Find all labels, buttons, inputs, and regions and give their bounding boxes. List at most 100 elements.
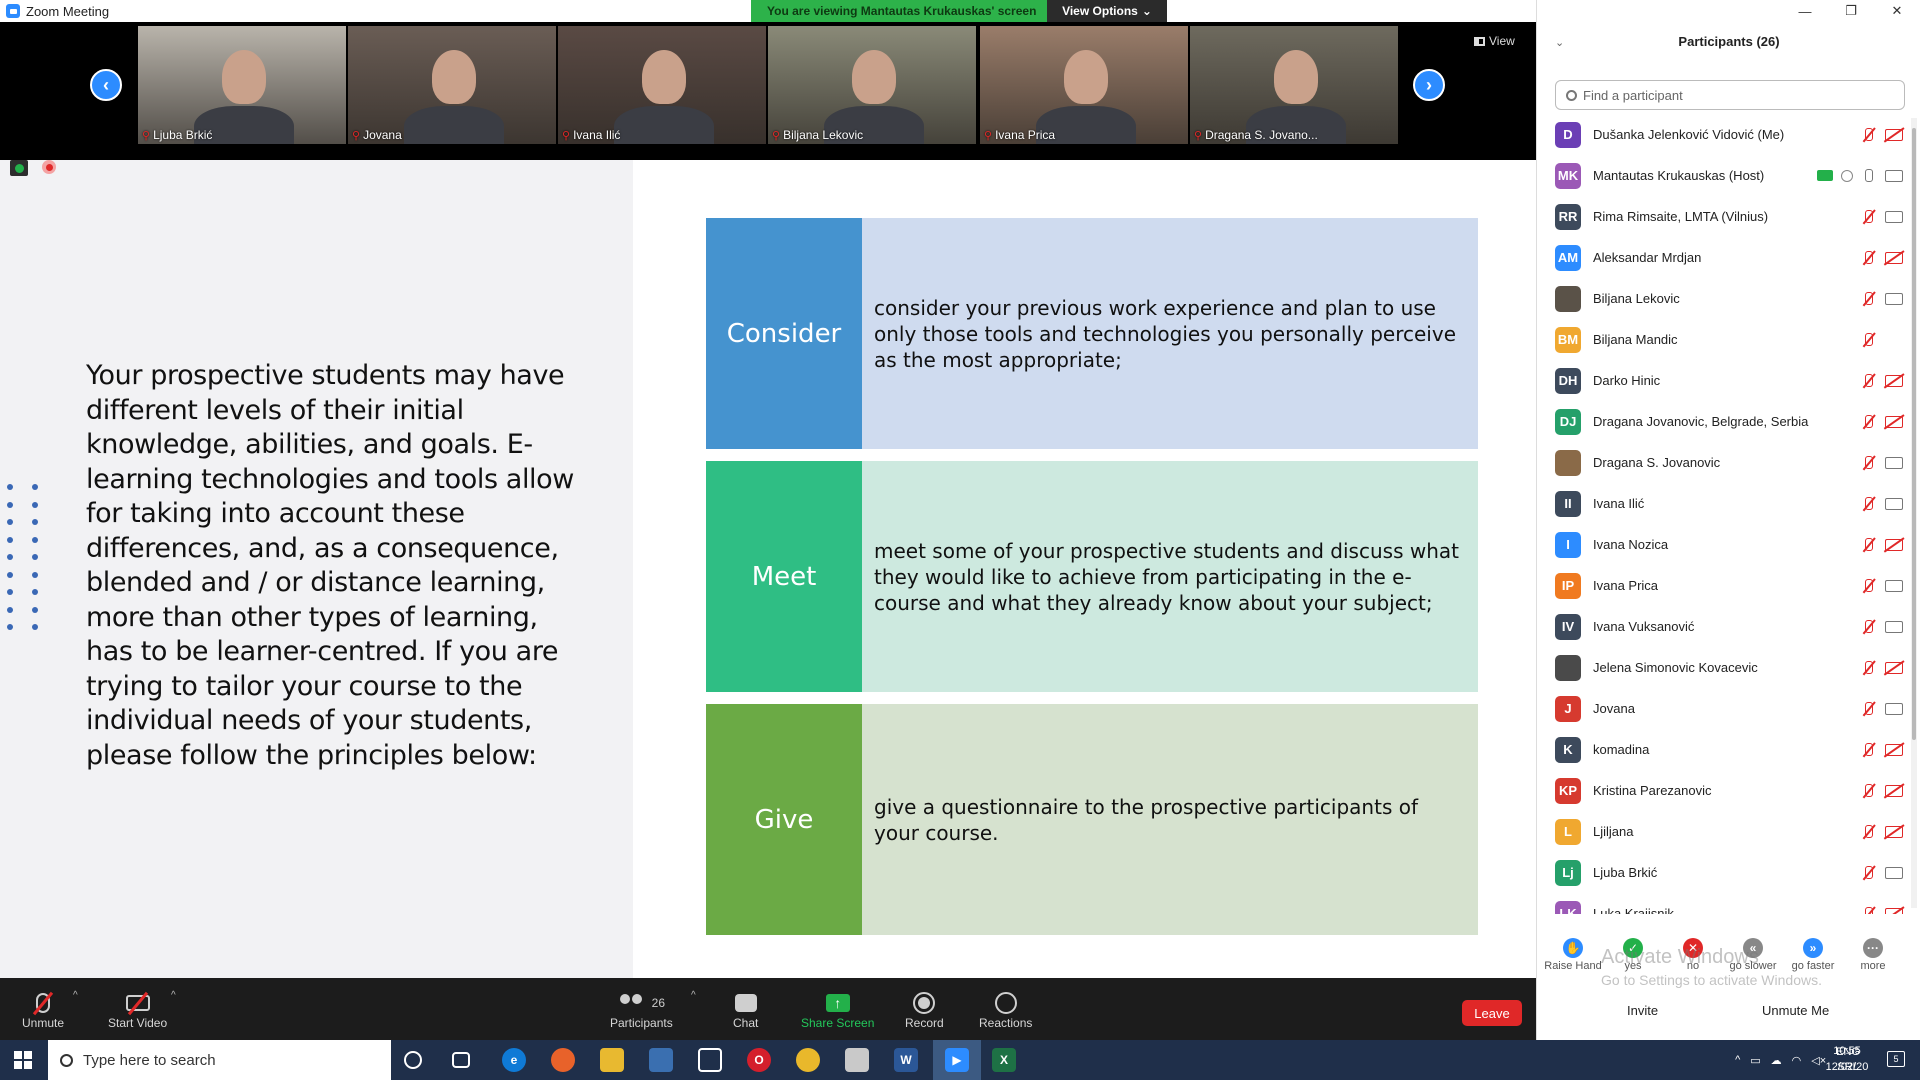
video-thumbnail[interactable]: ⚲ Ivana Prica [980,26,1188,144]
participant-status-icons [1861,578,1903,594]
participant-row[interactable]: BM Biljana Mandic [1537,319,1907,360]
participant-row[interactable]: Kkomadina [1537,729,1907,770]
participant-row[interactable]: Dragana S. Jovanovic [1537,442,1907,483]
participant-row[interactable]: J Jovana [1537,688,1907,729]
view-options-label: View Options [1062,4,1138,18]
show-hidden-icons-icon[interactable]: ^ [1735,1054,1740,1066]
reaction-button[interactable]: ··· more [1843,938,1903,972]
edge-icon[interactable]: e [502,1048,526,1072]
battery-icon[interactable]: ▭ [1750,1054,1760,1067]
participant-name: Ivana Ilić [1593,496,1645,511]
audio-options-caret-icon[interactable]: ^ [73,990,78,1001]
participants-button[interactable]: 26 Participants [610,990,673,1030]
record-button[interactable]: Record [905,990,944,1030]
grid-icon [1474,36,1485,46]
participant-row[interactable]: RR Rima Rimsaite, LMTA (Vilnius) [1537,196,1907,237]
close-icon[interactable]: ✕ [1874,0,1920,22]
reaction-button[interactable]: ✋ Raise Hand [1543,938,1603,972]
video-thumbnail[interactable]: ⚲ Jovana [348,26,556,144]
camera-icon [1885,210,1903,223]
search-icon [1566,89,1577,101]
reaction-button[interactable]: » go faster [1783,938,1843,972]
video-thumbnail[interactable]: ⚲ Dragana S. Jovano... [1190,26,1398,144]
view-button[interactable]: View [1474,34,1515,48]
participant-list-scrollbar[interactable] [1911,118,1917,908]
reactions-button[interactable]: Reactions [979,990,1032,1030]
participants-caret-icon[interactable]: ^ [691,990,696,1001]
participant-row[interactable]: I Ivana Nozica [1537,524,1907,565]
avatar: D [1555,121,1581,148]
minimize-icon[interactable]: — [1782,0,1828,22]
microphone-muted-icon: ⚲ [772,129,781,142]
participant-row[interactable]: Jelena Simonovic Kovacevic [1537,647,1907,688]
thumbnail-name: Ivana Prica [995,128,1056,142]
unmute-button[interactable]: Unmute [22,990,64,1030]
participant-row[interactable]: Biljana Lekovic [1537,278,1907,319]
reaction-icon: » [1803,938,1823,958]
reaction-label: Raise Hand [1544,960,1602,972]
firefox-icon[interactable] [551,1048,575,1072]
next-page-button[interactable]: › [1413,69,1445,101]
taskbar-clock[interactable]: 10:55 12/02/20 [1812,1043,1882,1075]
participant-row[interactable]: Lj Ljuba Brkić [1537,852,1907,893]
wifi-icon[interactable]: ◠ [1792,1054,1802,1067]
unmute-me-button[interactable]: Unmute Me [1762,1003,1829,1018]
microphone-muted-icon [1861,250,1877,266]
participant-face [642,50,686,104]
video-thumbnail[interactable]: ⚲ Ljuba Brkić [138,26,346,144]
tablet-icon[interactable] [698,1048,722,1072]
participant-search[interactable] [1555,80,1905,110]
share-screen-icon: ↑ [825,994,850,1012]
task-view-icon[interactable] [452,1052,470,1068]
participant-row[interactable]: IV Ivana Vuksanović [1537,606,1907,647]
participant-row[interactable]: LK Luka Krajisnik [1537,893,1907,914]
recording-icon [42,160,56,174]
invite-button[interactable]: Invite [1627,1003,1658,1018]
windows-start-icon[interactable] [14,1051,32,1069]
participant-row[interactable]: AM Aleksandar Mrdjan [1537,237,1907,278]
camera-icon [1885,497,1903,510]
opera-icon[interactable]: O [747,1048,771,1072]
shield-icon[interactable] [10,160,28,176]
onedrive-icon[interactable]: ☁ [1771,1054,1782,1067]
view-options-button[interactable]: View Options ⌄ [1047,0,1167,22]
participant-search-input[interactable] [1583,87,1883,103]
excel-icon[interactable]: X [992,1048,1016,1072]
chat-button[interactable]: Chat [733,990,758,1030]
leave-button[interactable]: Leave [1462,1000,1522,1026]
participant-row[interactable]: II Ivana Ilić [1537,483,1907,524]
restore-icon[interactable]: ❐ [1828,0,1874,22]
participant-row[interactable]: KP Kristina Parezanovic [1537,770,1907,811]
previous-page-button[interactable]: ‹ [90,69,122,101]
security-app-icon[interactable] [845,1048,869,1072]
participant-row[interactable]: L Ljiljana [1537,811,1907,852]
slide-intro-text: Your prospective students may have diffe… [86,360,574,771]
participant-row[interactable]: D Dušanka Jelenković Vidović (Me) [1537,114,1907,155]
participant-row[interactable]: DJ Dragana Jovanovic, Belgrade, Serbia [1537,401,1907,442]
notifications-icon[interactable]: 5 [1887,1051,1905,1067]
microphone-muted-icon [1861,783,1877,799]
word-icon[interactable]: W [894,1048,918,1072]
participant-row[interactable]: MK Mantautas Krukauskas (Host) [1537,155,1907,196]
camera-off-icon [1885,374,1903,387]
participant-status-icons [1861,414,1903,430]
screen-share-icon [1817,170,1833,181]
unmute-label: Unmute [22,1016,65,1030]
zoom-taskbar-icon[interactable]: ▶ [945,1048,969,1072]
start-video-button[interactable]: Start Video [108,990,167,1030]
participant-row[interactable]: DH Darko Hinic [1537,360,1907,401]
video-thumbnail[interactable]: ⚲ Biljana Lekovic [768,26,976,144]
cortana-icon[interactable] [404,1051,422,1069]
chrome-icon[interactable] [796,1048,820,1072]
participant-row[interactable]: IP Ivana Prica [1537,565,1907,606]
video-thumbnail[interactable]: ⚲ Ivana Ilić [558,26,766,144]
taskbar-search[interactable]: Type here to search [48,1040,391,1080]
share-screen-button[interactable]: ↑ Share Screen [801,990,874,1030]
video-options-caret-icon[interactable]: ^ [171,990,176,1001]
camera-icon [1885,169,1903,182]
zoom-screen: Zoom Meeting You are viewing Mantautas K… [0,0,1920,1080]
reaction-label: more [1860,960,1886,972]
thumbnail-name-tag: ⚲ Biljana Lekovic [772,128,863,142]
file-explorer-icon[interactable] [600,1048,624,1072]
store-icon[interactable] [649,1048,673,1072]
